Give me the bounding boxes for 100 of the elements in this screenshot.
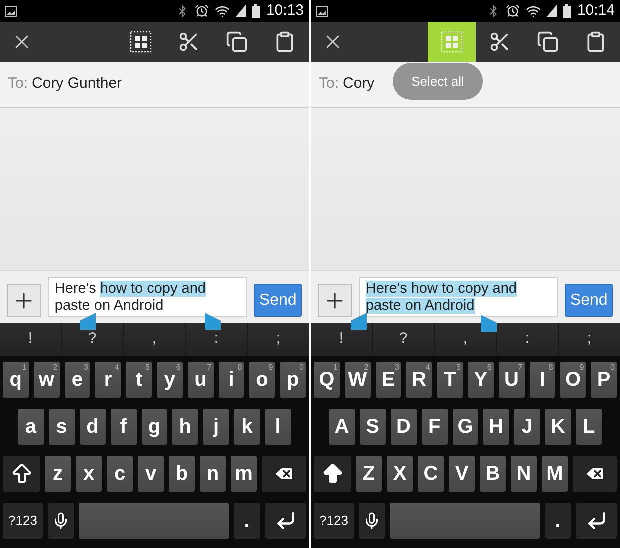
send-button[interactable]: Send — [254, 284, 302, 317]
letter-key[interactable]: h — [172, 409, 198, 445]
suggestion[interactable]: ! — [28, 328, 33, 351]
key-hint: 8 — [238, 362, 242, 374]
key-hint: 1 — [22, 362, 27, 374]
clock-time: 10:13 — [266, 0, 304, 21]
letter-key[interactable]: N — [511, 456, 537, 492]
key-hint: 3 — [84, 362, 88, 374]
key-hint: 2 — [364, 362, 369, 372]
letter-key[interactable]: c — [107, 456, 133, 492]
image-icon — [5, 6, 17, 16]
microphone-icon — [52, 512, 70, 530]
microphone-icon — [363, 512, 381, 530]
period-key[interactable]: . — [234, 503, 260, 539]
delete-key[interactable] — [573, 456, 617, 492]
letter-key[interactable]: n — [200, 456, 226, 492]
key-hint: 5 — [146, 362, 150, 374]
key-hint: 0 — [610, 362, 615, 374]
copy-icon — [537, 31, 559, 53]
enter-key[interactable] — [576, 503, 617, 539]
key-hint: 6 — [487, 362, 492, 372]
wifi-icon — [215, 4, 230, 18]
key-hint: 9 — [580, 362, 584, 372]
letter-key[interactable]: Z — [356, 456, 382, 492]
selection-handle[interactable] — [80, 313, 96, 330]
mic-key[interactable] — [48, 503, 74, 539]
letter-key[interactable]: s — [48, 409, 75, 445]
attach-button[interactable] — [318, 284, 352, 317]
letter-key[interactable]: d — [80, 409, 106, 445]
suggestion[interactable]: ? — [399, 328, 408, 351]
letter-key[interactable]: k — [234, 409, 260, 445]
letter-key[interactable]: f — [110, 409, 137, 445]
paste-icon — [274, 31, 296, 53]
mic-key[interactable] — [359, 503, 385, 539]
message-field[interactable]: Here's how to copy and paste on Android — [358, 277, 558, 317]
letter-key[interactable]: g — [142, 409, 168, 445]
select-all-icon — [130, 31, 152, 53]
battery-icon — [252, 4, 260, 18]
message-field[interactable]: Here's how to copy and paste on Android — [48, 277, 248, 317]
letter-key[interactable]: G — [452, 409, 478, 445]
paste-icon — [585, 31, 607, 53]
letter-key[interactable]: C — [418, 456, 444, 492]
signal-icon — [547, 5, 558, 17]
suggestion[interactable]: : — [525, 328, 530, 351]
enter-key[interactable] — [265, 503, 306, 539]
key-hint: 2 — [53, 362, 58, 374]
period-key[interactable]: . — [545, 503, 571, 539]
suggestion[interactable]: : — [214, 328, 219, 351]
suggestion[interactable]: ; — [276, 328, 281, 351]
letter-key[interactable]: J — [514, 409, 540, 445]
letter-key[interactable]: V — [449, 456, 475, 492]
recipient-label: To: — [8, 74, 28, 94]
key-hint: 0 — [300, 362, 304, 374]
suggestion[interactable]: , — [152, 328, 157, 351]
letter-key[interactable]: b — [169, 456, 195, 492]
key-hint: 6 — [176, 362, 181, 374]
letter-key[interactable]: v — [138, 456, 164, 492]
shift-key[interactable] — [314, 456, 351, 492]
letter-key[interactable]: j — [203, 409, 230, 445]
clock-time: 10:14 — [577, 0, 615, 21]
recipient-name: Cory Gunther — [32, 74, 122, 94]
attach-button[interactable] — [7, 284, 41, 317]
symbols-key[interactable]: ?123 — [314, 503, 354, 539]
send-button[interactable]: Send — [565, 284, 613, 317]
letter-key[interactable]: D — [390, 409, 417, 445]
selection-handle[interactable] — [481, 315, 497, 332]
delete-key[interactable] — [262, 456, 306, 492]
letter-key[interactable]: K — [545, 409, 572, 445]
letter-key[interactable]: A — [329, 409, 355, 445]
key-hint: 8 — [548, 362, 554, 374]
letter-key[interactable]: l — [265, 409, 292, 445]
signal-icon — [236, 5, 246, 17]
key-hint: 7 — [518, 362, 523, 374]
letter-key[interactable]: B — [480, 456, 506, 492]
battery-icon — [563, 4, 572, 18]
recipient-field[interactable]: To: Cory Gunther — [0, 62, 309, 108]
letter-key[interactable]: F — [422, 409, 448, 445]
letter-key[interactable]: m — [231, 456, 257, 492]
letter-key[interactable]: S — [360, 409, 386, 445]
letter-key[interactable]: z — [45, 456, 71, 492]
suggestion[interactable]: ; — [587, 328, 592, 351]
selection-handle[interactable] — [205, 313, 221, 330]
letter-key[interactable]: L — [576, 409, 602, 445]
cut-icon — [489, 31, 511, 53]
letter-key[interactable]: a — [18, 409, 44, 445]
selection-handle[interactable] — [351, 313, 367, 330]
alarm-icon — [195, 4, 210, 18]
recipient-name: Cory — [343, 74, 375, 94]
suggestion[interactable]: , — [463, 328, 468, 351]
letter-key[interactable]: X — [387, 456, 413, 492]
alarm-icon — [506, 4, 520, 18]
letter-key[interactable]: M — [542, 456, 568, 492]
letter-key[interactable]: x — [76, 456, 102, 492]
suggestion[interactable]: ? — [88, 328, 97, 351]
shift-key[interactable] — [3, 456, 40, 492]
symbols-key[interactable]: ?123 — [3, 503, 43, 539]
letter-key[interactable]: H — [483, 409, 510, 445]
key-hint: 7 — [207, 362, 212, 374]
toast: Select all — [393, 63, 483, 100]
suggestion[interactable]: ! — [339, 328, 344, 351]
